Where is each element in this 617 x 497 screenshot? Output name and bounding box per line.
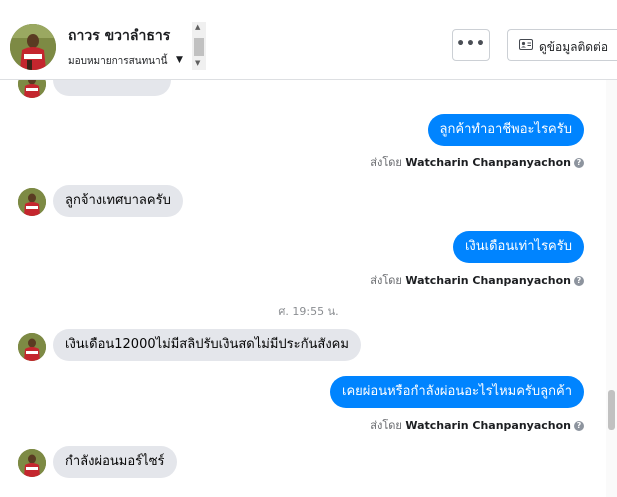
- sent-by-line: ส่งโดย Watcharin Chanpanyachon?: [370, 271, 584, 289]
- scrollbar-thumb[interactable]: [608, 390, 615, 430]
- conversation-header: ถาวร ขวาลำธาร มอบหมายการสนทนานี้ ▼ ▲ ▼ •…: [0, 0, 617, 80]
- sender-name: Watcharin Chanpanyachon: [405, 274, 571, 287]
- outgoing-message-bubble[interactable]: เคยผ่อนหรือกำลังผ่อนอะไรไหมครับลูกค้า: [330, 376, 584, 408]
- assign-list-scrollbar[interactable]: ▲ ▼: [192, 22, 206, 70]
- help-icon[interactable]: ?: [574, 158, 584, 168]
- sent-by-prefix: ส่งโดย: [370, 419, 402, 432]
- contact-avatar-small: [18, 449, 46, 477]
- caret-down-icon[interactable]: ▼: [176, 55, 183, 65]
- contact-avatar[interactable]: [10, 24, 56, 70]
- sender-name: Watcharin Chanpanyachon: [405, 156, 571, 169]
- contact-card-icon: [519, 39, 533, 50]
- contact-avatar-small: [18, 80, 46, 98]
- contact-name: ถาวร ขวาลำธาร: [68, 28, 171, 44]
- contact-info-label: ดูข้อมูลติดต่อ: [539, 40, 609, 54]
- outgoing-message-bubble[interactable]: ลูกค้าทำอาชีพอะไรครับ: [427, 114, 584, 146]
- incoming-message-bubble-partial[interactable]: [53, 80, 171, 96]
- scroll-down-icon[interactable]: ▼: [195, 59, 200, 67]
- contact-avatar-small: [18, 333, 46, 361]
- contact-avatar-small: [18, 188, 46, 216]
- outgoing-message-bubble[interactable]: เงินเดือนเท่าไรครับ: [452, 231, 584, 263]
- more-options-button[interactable]: •••: [452, 29, 490, 61]
- thread-scrollbar[interactable]: [606, 80, 617, 497]
- assign-conversation-dropdown[interactable]: มอบหมายการสนทนานี้: [68, 54, 167, 69]
- sender-name: Watcharin Chanpanyachon: [405, 419, 571, 432]
- incoming-message-bubble[interactable]: กำลังผ่อนมอร์ไซร์: [53, 446, 177, 478]
- incoming-message-bubble[interactable]: ลูกจ้างเทศบาลครับ: [53, 185, 183, 217]
- sent-by-prefix: ส่งโดย: [370, 156, 402, 169]
- help-icon[interactable]: ?: [574, 421, 584, 431]
- scroll-up-icon[interactable]: ▲: [195, 23, 200, 31]
- sent-by-prefix: ส่งโดย: [370, 274, 402, 287]
- help-icon[interactable]: ?: [574, 276, 584, 286]
- sent-by-line: ส่งโดย Watcharin Chanpanyachon?: [370, 416, 584, 434]
- scrollbar-thumb[interactable]: [194, 38, 204, 56]
- message-thread[interactable]: ลูกค้าทำอาชีพอะไรครับ ส่งโดย Watcharin C…: [0, 80, 617, 497]
- view-contact-info-button[interactable]: ดูข้อมูลติดต่อ: [507, 29, 617, 61]
- message-timestamp: ศ. 19:55 น.: [278, 305, 339, 318]
- sent-by-line: ส่งโดย Watcharin Chanpanyachon?: [370, 153, 584, 171]
- incoming-message-bubble[interactable]: เงินเดือน12000ไม่มีสลิปรับเงินสดไม่มีประ…: [53, 329, 361, 361]
